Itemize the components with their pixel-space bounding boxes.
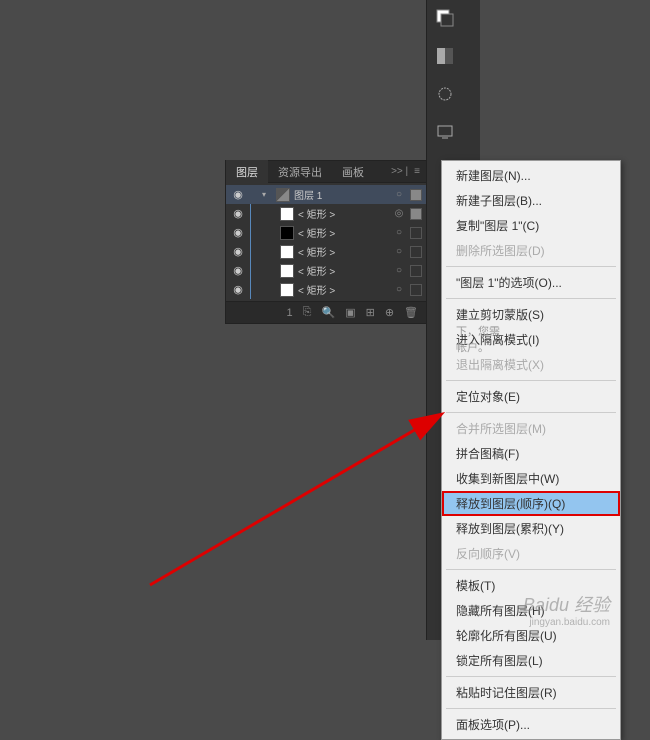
new-layer-icon[interactable]: ⊕ bbox=[385, 306, 394, 319]
menu-item[interactable]: 锁定所有图层(L) bbox=[442, 648, 620, 673]
locate-icon[interactable]: ⎘ bbox=[303, 306, 312, 319]
panel-flyout[interactable]: >> | ≡ bbox=[391, 166, 426, 177]
selection-indicator[interactable] bbox=[410, 265, 422, 277]
layer-thumb bbox=[280, 283, 294, 297]
watermark: Baidu 经验 jingyan.baidu.com bbox=[523, 591, 610, 628]
layer-name[interactable]: 图层 1 bbox=[294, 187, 388, 202]
menu-separator bbox=[446, 266, 616, 267]
menu-separator bbox=[446, 380, 616, 381]
watermark-url: jingyan.baidu.com bbox=[523, 617, 610, 628]
menu-item[interactable]: 收集到新图层中(W) bbox=[442, 466, 620, 491]
menu-item: 删除所选图层(D) bbox=[442, 238, 620, 263]
menu-separator bbox=[446, 708, 616, 709]
layer-item-row[interactable]: ◉ < 矩形 > ◎ bbox=[226, 204, 426, 223]
layer-item-row[interactable]: ◉ < 矩形 > ○ bbox=[226, 242, 426, 261]
menu-item[interactable]: "图层 1"的选项(O)... bbox=[442, 270, 620, 295]
visibility-icon[interactable]: ◉ bbox=[230, 245, 246, 258]
panel-tabs: 图层 资源导出 画板 >> | ≡ bbox=[226, 161, 426, 183]
layer-name[interactable]: < 矩形 > bbox=[298, 206, 388, 221]
target-icon[interactable]: ○ bbox=[392, 284, 406, 295]
layer-group-row[interactable]: ◉ ▾ 图层 1 ○ bbox=[226, 185, 426, 204]
menu-item: 合并所选图层(M) bbox=[442, 416, 620, 441]
tab-artboards[interactable]: 画板 bbox=[332, 160, 374, 184]
selection-indicator[interactable] bbox=[410, 284, 422, 296]
target-icon[interactable]: ◎ bbox=[392, 208, 406, 219]
target-icon[interactable]: ○ bbox=[392, 246, 406, 257]
layer-item-row[interactable]: ◉ < 矩形 > ○ bbox=[226, 261, 426, 280]
layer-name[interactable]: < 矩形 > bbox=[298, 225, 388, 240]
delete-icon[interactable]: 🗑 bbox=[404, 306, 418, 319]
menu-separator bbox=[446, 412, 616, 413]
gradient-icon[interactable] bbox=[435, 46, 455, 66]
selection-indicator[interactable] bbox=[410, 208, 422, 220]
menu-separator bbox=[446, 298, 616, 299]
layers-body: ◉ ▾ 图层 1 ○ ◉ < 矩形 > ◎ ◉ < 矩形 > ○ bbox=[226, 183, 426, 301]
layer-thumb bbox=[280, 226, 294, 240]
menu-item[interactable]: 粘贴时记住图层(R) bbox=[442, 680, 620, 705]
target-icon[interactable]: ○ bbox=[392, 189, 406, 200]
menu-item[interactable]: 释放到图层(顺序)(Q) bbox=[442, 491, 620, 516]
target-icon[interactable]: ○ bbox=[392, 265, 406, 276]
ellipse-icon[interactable] bbox=[435, 84, 455, 104]
selection-indicator[interactable] bbox=[410, 189, 422, 201]
selection-indicator[interactable] bbox=[410, 246, 422, 258]
visibility-icon[interactable]: ◉ bbox=[230, 207, 246, 220]
menu-item: 反向顺序(V) bbox=[442, 541, 620, 566]
menu-item[interactable]: 复制"图层 1"(C) bbox=[442, 213, 620, 238]
expand-icon[interactable]: ▾ bbox=[262, 190, 272, 199]
menu-item[interactable]: 释放到图层(累积)(Y) bbox=[442, 516, 620, 541]
annotation-arrow bbox=[140, 405, 470, 595]
selection-indicator[interactable] bbox=[410, 227, 422, 239]
layer-name[interactable]: < 矩形 > bbox=[298, 263, 388, 278]
layer-item-row[interactable]: ◉ < 矩形 > ○ bbox=[226, 223, 426, 242]
clipped-background-text: 下，您需 帐户。 bbox=[456, 323, 500, 355]
new-sublayer-icon[interactable]: ⊞ bbox=[366, 306, 375, 319]
menu-item[interactable]: 面板选项(P)... bbox=[442, 712, 620, 737]
layers-panel: 图层 资源导出 画板 >> | ≡ ◉ ▾ 图层 1 ○ ◉ < 矩形 > ◎ … bbox=[225, 160, 427, 324]
layer-thumb bbox=[280, 207, 294, 221]
visibility-icon[interactable]: ◉ bbox=[230, 264, 246, 277]
layer-name[interactable]: < 矩形 > bbox=[298, 244, 388, 259]
menu-item[interactable]: 新建图层(N)... bbox=[442, 163, 620, 188]
mask-icon[interactable]: ▣ bbox=[345, 306, 355, 319]
layer-count: 1 bbox=[287, 307, 293, 319]
panel-menu-icon[interactable]: ≡ bbox=[414, 166, 420, 177]
menu-separator bbox=[446, 676, 616, 677]
menu-item[interactable]: 新建子图层(B)... bbox=[442, 188, 620, 213]
menu-item[interactable]: 拼合图稿(F) bbox=[442, 441, 620, 466]
menu-separator bbox=[446, 569, 616, 570]
layer-context-menu: 新建图层(N)...新建子图层(B)...复制"图层 1"(C)删除所选图层(D… bbox=[441, 160, 621, 740]
color-swatch-icon[interactable] bbox=[435, 8, 455, 28]
layer-item-row[interactable]: ◉ < 矩形 > ○ bbox=[226, 280, 426, 299]
visibility-icon[interactable]: ◉ bbox=[230, 283, 246, 296]
search-icon[interactable]: 🔍 bbox=[321, 306, 335, 319]
screen-icon[interactable] bbox=[435, 122, 455, 142]
visibility-icon[interactable]: ◉ bbox=[230, 226, 246, 239]
menu-item: 退出隔离模式(X) bbox=[442, 352, 620, 377]
target-icon[interactable]: ○ bbox=[392, 227, 406, 238]
layer-name[interactable]: < 矩形 > bbox=[298, 282, 388, 297]
menu-item[interactable]: 定位对象(E) bbox=[442, 384, 620, 409]
tab-asset-export[interactable]: 资源导出 bbox=[268, 160, 332, 184]
layer-thumb bbox=[280, 245, 294, 259]
watermark-brand: Baidu 经验 bbox=[523, 591, 610, 617]
panel-expand-icon: >> | bbox=[391, 166, 408, 177]
visibility-icon[interactable]: ◉ bbox=[230, 188, 246, 201]
tab-layers[interactable]: 图层 bbox=[226, 160, 268, 184]
layer-thumb bbox=[280, 264, 294, 278]
panel-footer: 1 ⎘ 🔍 ▣ ⊞ ⊕ 🗑 bbox=[226, 301, 426, 323]
layer-thumb bbox=[276, 188, 290, 202]
